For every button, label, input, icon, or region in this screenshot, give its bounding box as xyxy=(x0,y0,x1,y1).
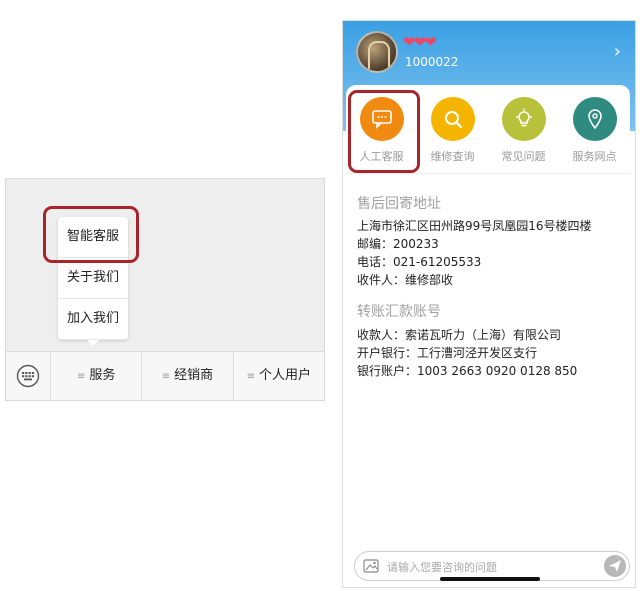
shortcut-label: 服务网点 xyxy=(572,150,617,163)
bank-line: 开户银行：工行漕河泾开发区支行 xyxy=(357,346,538,360)
shortcut-label: 常见问题 xyxy=(501,150,546,163)
menu-lines-icon: ≡ xyxy=(161,371,171,382)
keyboard-toggle-button[interactable] xyxy=(6,352,51,400)
shortcut-label: 维修查询 xyxy=(430,150,475,163)
menu-label: 服务 xyxy=(89,368,116,383)
account-number-line: 银行账户：1003 2663 0920 0128 850 xyxy=(357,364,578,378)
payee-line: 收款人：索诺瓦听力（上海）有限公司 xyxy=(357,328,562,342)
send-button[interactable] xyxy=(604,555,626,577)
phone-line: 电话：021-61205533 xyxy=(357,255,482,269)
shortcut-faq[interactable]: 常见问题 xyxy=(491,95,557,173)
menu-item-service[interactable]: ≡ 服务 xyxy=(51,352,143,400)
recipient-line: 收件人：维修部收 xyxy=(357,273,454,287)
search-icon xyxy=(430,97,475,141)
image-upload-icon[interactable] xyxy=(363,558,379,574)
highlight-box xyxy=(348,90,420,173)
chevron-right-icon[interactable]: › xyxy=(614,41,621,62)
address-line: 上海市徐汇区田州路99号凤凰园16号楼四楼 xyxy=(357,219,592,233)
hearts-icon: ❤❤❤ xyxy=(403,33,437,51)
menu-lines-icon: ≡ xyxy=(76,371,86,382)
shortcut-repair-query[interactable]: 维修查询 xyxy=(420,95,486,173)
wechat-menu-panel: 智能客服 关于我们 加入我们 ≡ 服务 ≡ 经销商 ≡ 个人用户 xyxy=(5,178,325,401)
section-title-return-address: 售后回寄地址 xyxy=(357,196,441,212)
menu-lines-icon: ≡ xyxy=(246,371,255,382)
section-title-bank-account: 转账汇款账号 xyxy=(357,304,441,320)
menu-label: 个人用户 xyxy=(259,368,312,383)
question-input[interactable] xyxy=(385,557,589,577)
phone-screen: ❤❤❤ 1000022 › 人工客服 维修查询 常见问题 服务网点 售后回寄地址… xyxy=(342,20,636,588)
user-id: 1000022 xyxy=(405,55,459,69)
shortcut-service-outlets[interactable]: 服务网点 xyxy=(562,95,628,173)
submenu-item-about-us[interactable]: 关于我们 xyxy=(58,258,128,299)
location-pin-icon xyxy=(572,97,617,141)
service-card: 人工客服 维修查询 常见问题 服务网点 售后回寄地址 上海市徐汇区田州路99号凤… xyxy=(346,85,630,587)
menu-item-dealer[interactable]: ≡ 经销商 xyxy=(142,352,234,400)
bottom-menu-bar: ≡ 服务 ≡ 经销商 ≡ 个人用户 xyxy=(6,351,324,400)
send-icon xyxy=(609,560,621,572)
highlight-box xyxy=(43,206,139,263)
avatar xyxy=(356,31,398,73)
submenu-item-join-us[interactable]: 加入我们 xyxy=(58,299,128,340)
menu-item-personal-user[interactable]: ≡ 个人用户 xyxy=(234,352,324,400)
postal-code-line: 邮编：200233 xyxy=(357,237,439,251)
keyboard-icon xyxy=(16,364,40,388)
lightbulb-icon xyxy=(501,97,546,141)
home-indicator xyxy=(440,577,540,581)
submenu-arrow xyxy=(87,340,99,346)
menu-label: 经销商 xyxy=(174,368,214,383)
